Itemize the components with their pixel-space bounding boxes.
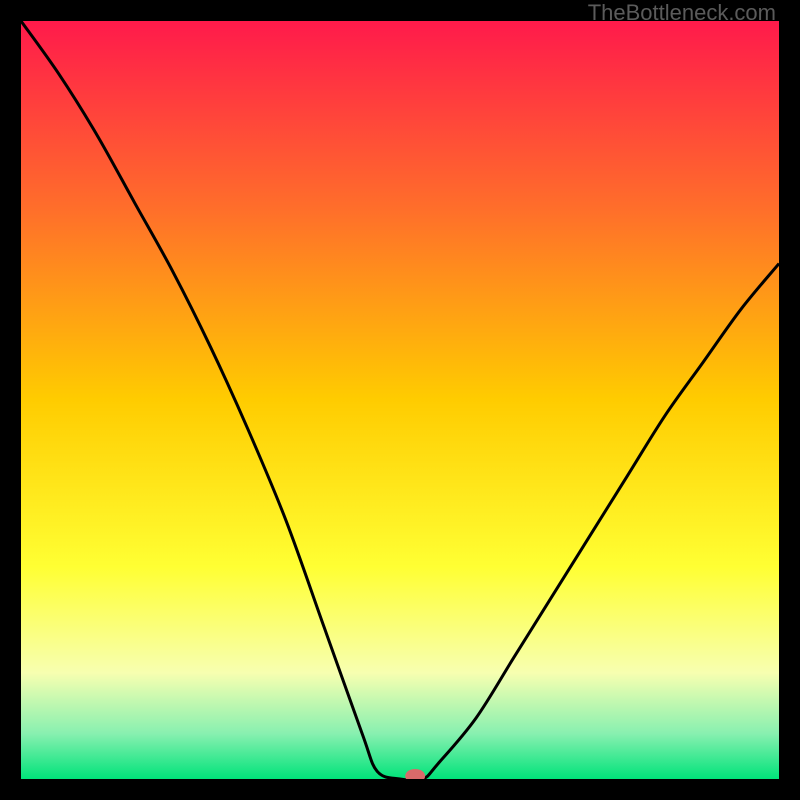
plot-area [21, 21, 779, 779]
chart-svg [21, 21, 779, 779]
watermark-text: TheBottleneck.com [588, 0, 776, 26]
chart-container: TheBottleneck.com [0, 0, 800, 800]
chart-background [21, 21, 779, 779]
